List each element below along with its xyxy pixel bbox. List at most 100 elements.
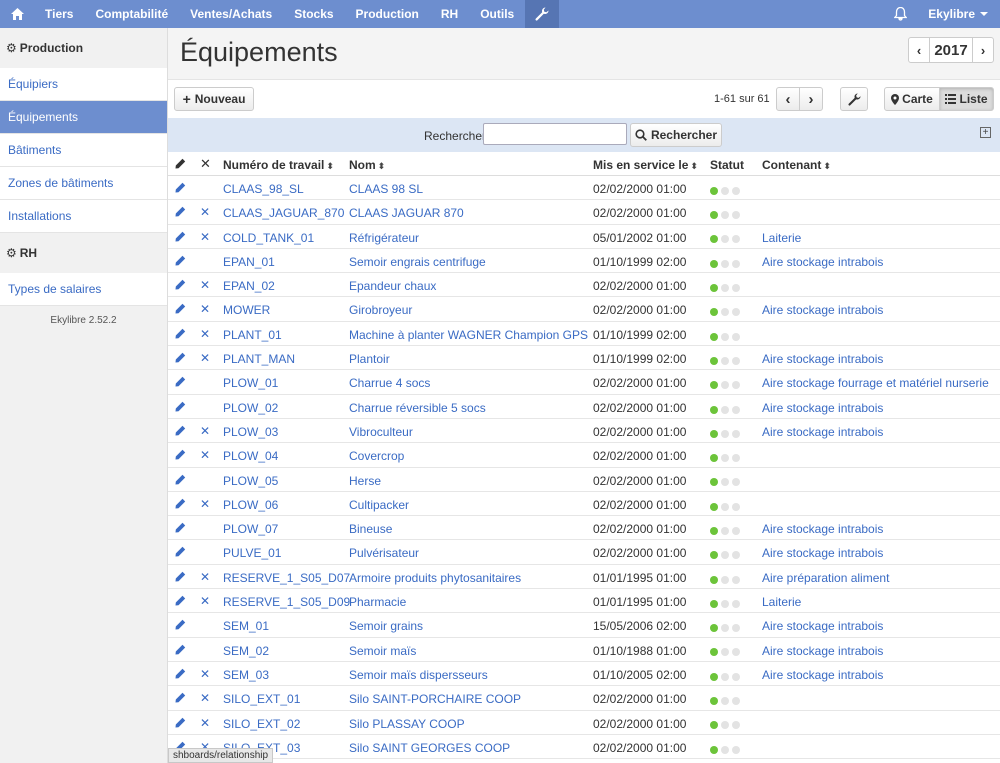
container-link[interactable]: Aire stockage intrabois xyxy=(762,255,883,269)
work-number-link[interactable]: RESERVE_1_S05_D07 xyxy=(223,571,350,585)
equipment-name-link[interactable]: CLAAS JAGUAR 870 xyxy=(349,206,464,220)
delete-button[interactable]: ✕ xyxy=(200,327,212,341)
table-row[interactable]: ✕ MOWER Girobroyeur 02/02/2000 01:00 Aire st… xyxy=(168,297,1000,322)
table-row[interactable]: SEM_02 Semoir maïs 01/10/1988 01:00 Aire st… xyxy=(168,638,1000,662)
edit-button[interactable] xyxy=(175,352,187,366)
work-number-link[interactable]: PLOW_04 xyxy=(223,449,278,463)
work-number-link[interactable]: PLOW_02 xyxy=(223,401,278,415)
edit-button[interactable] xyxy=(175,206,187,220)
nav-ventes-achats[interactable]: Ventes/Achats xyxy=(179,0,283,28)
list-view-button[interactable]: Liste xyxy=(939,87,994,111)
equipment-name-link[interactable]: Covercrop xyxy=(349,449,404,463)
work-number-link[interactable]: RESERVE_1_S05_D09 xyxy=(223,595,350,609)
column-header-date[interactable]: Mis en service le ⬍ xyxy=(593,158,698,172)
container-link[interactable]: Aire stockage fourrage et matériel nurse… xyxy=(762,376,989,390)
edit-button[interactable] xyxy=(175,425,187,439)
table-row[interactable]: ✕SILO_EXT_03Silo SAINT GEORGES COOP02/02… xyxy=(168,735,1000,760)
equipment-name-link[interactable]: Silo PLASSAY COOP xyxy=(349,717,465,731)
edit-button[interactable] xyxy=(175,692,187,706)
list-settings-button[interactable] xyxy=(840,87,868,111)
expand-search-icon[interactable]: + xyxy=(980,127,991,138)
delete-button[interactable]: ✕ xyxy=(200,594,212,608)
edit-button[interactable] xyxy=(175,668,187,682)
container-link[interactable]: Aire stockage intrabois xyxy=(762,401,883,415)
nav-comptabilite[interactable]: Comptabilité xyxy=(84,0,179,28)
table-row[interactable]: ✕ SILO_EXT_02 Silo PLASSAY COOP 02/02/2000 … xyxy=(168,711,1000,735)
table-row[interactable]: ✕ SEM_03 Semoir maïs dispersseurs 01/10/200… xyxy=(168,662,1000,687)
equipment-name-link[interactable]: Silo SAINT-PORCHAIRE COOP xyxy=(349,692,521,706)
delete-button[interactable]: ✕ xyxy=(200,302,212,316)
edit-button[interactable] xyxy=(175,571,187,585)
delete-button[interactable]: ✕ xyxy=(200,205,212,219)
delete-button[interactable]: ✕ xyxy=(200,667,212,681)
map-view-button[interactable]: Carte xyxy=(884,87,940,111)
column-header-code[interactable]: Numéro de travail ⬍ xyxy=(223,158,334,172)
current-year[interactable]: 2017 xyxy=(929,38,973,62)
table-row[interactable]: PLOW_07 Bineuse 02/02/2000 01:00 Aire stock… xyxy=(168,516,1000,541)
delete-button[interactable]: ✕ xyxy=(200,230,212,244)
equipment-name-link[interactable]: Cultipacker xyxy=(349,498,409,512)
edit-button[interactable] xyxy=(175,231,187,245)
equipment-name-link[interactable]: Herse xyxy=(349,474,381,488)
equipment-name-link[interactable]: Armoire produits phytosanitaires xyxy=(349,571,521,585)
equipment-name-link[interactable]: Vibroculteur xyxy=(349,425,413,439)
work-number-link[interactable]: SILO_EXT_01 xyxy=(223,692,300,706)
work-number-link[interactable]: PLANT_MAN xyxy=(223,352,295,366)
table-row[interactable]: EPAN_01 Semoir engrais centrifuge 01/10/19… xyxy=(168,249,1000,274)
table-row[interactable]: PLOW_05 Herse 02/02/2000 01:00 xyxy=(168,468,1000,492)
previous-page-button[interactable]: ‹ xyxy=(776,87,800,111)
equipment-name-link[interactable]: Machine à planter WAGNER Champion GPS xyxy=(349,328,588,342)
work-number-link[interactable]: CLAAS_JAGUAR_870 xyxy=(223,206,344,220)
delete-button[interactable]: ✕ xyxy=(200,716,212,730)
sidebar-item-installations[interactable]: Installations xyxy=(0,200,167,233)
container-link[interactable]: Laiterie xyxy=(762,595,801,609)
edit-button[interactable] xyxy=(175,328,187,342)
work-number-link[interactable]: SILO_EXT_02 xyxy=(223,717,300,731)
edit-button[interactable] xyxy=(175,522,187,536)
edit-button[interactable] xyxy=(175,279,187,293)
user-menu[interactable]: Ekylibre xyxy=(920,0,1000,28)
table-row[interactable]: ✕ PLOW_03 Vibroculteur 02/02/2000 01:00 Aire… xyxy=(168,419,1000,444)
sidebar-item-zones-batiments[interactable]: Zones de bâtiments xyxy=(0,167,167,200)
equipment-name-link[interactable]: Semoir grains xyxy=(349,619,423,633)
table-row[interactable]: ✕ CLAAS_JAGUAR_870 CLAAS JAGUAR 870 02/02/2… xyxy=(168,200,1000,225)
table-row[interactable]: ✕ RESERVE_1_S05_D07 Armoire produits phyto… xyxy=(168,565,1000,590)
edit-button[interactable] xyxy=(175,182,187,196)
work-number-link[interactable]: EPAN_01 xyxy=(223,255,275,269)
container-link[interactable]: Aire stockage intrabois xyxy=(762,619,883,633)
delete-button[interactable]: ✕ xyxy=(200,691,212,705)
table-row[interactable]: PLOW_01 Charrue 4 socs 02/02/2000 01:00 Air… xyxy=(168,370,1000,395)
edit-button[interactable] xyxy=(175,546,187,560)
work-number-link[interactable]: SEM_01 xyxy=(223,619,269,633)
table-row[interactable]: PULVE_01 Pulvérisateur 02/02/2000 01:00 Air… xyxy=(168,540,1000,565)
table-row[interactable]: CLAAS_98_SL CLAAS 98 SL 02/02/2000 01:00 xyxy=(168,176,1000,201)
table-row[interactable]: ✕ SILO_EXT_01 Silo SAINT-PORCHAIRE COOP 02/… xyxy=(168,686,1000,711)
table-row[interactable]: SEM_01 Semoir grains 15/05/2006 02:00 Aire … xyxy=(168,613,1000,638)
next-page-button[interactable]: › xyxy=(799,87,823,111)
equipment-name-link[interactable]: Charrue 4 socs xyxy=(349,376,430,390)
work-number-link[interactable]: PLOW_01 xyxy=(223,376,278,390)
column-header-container[interactable]: Contenant ⬍ xyxy=(762,158,831,172)
container-link[interactable]: Aire stockage intrabois xyxy=(762,352,883,366)
equipment-name-link[interactable]: Semoir maïs dispersseurs xyxy=(349,668,488,682)
equipment-name-link[interactable]: Pulvérisateur xyxy=(349,546,419,560)
table-row[interactable]: ✕ PLOW_06 Cultipacker 02/02/2000 01:00 xyxy=(168,492,1000,517)
work-number-link[interactable]: CLAAS_98_SL xyxy=(223,182,304,196)
search-button[interactable]: Rechercher xyxy=(630,123,722,147)
table-row[interactable]: PLOW_02 Charrue réversible 5 socs 02/02/20… xyxy=(168,395,1000,419)
equipment-name-link[interactable]: Epandeur chaux xyxy=(349,279,436,293)
container-link[interactable]: Aire stockage intrabois xyxy=(762,668,883,682)
next-year-button[interactable]: › xyxy=(973,38,993,62)
edit-button[interactable] xyxy=(175,644,187,658)
equipment-name-link[interactable]: Charrue réversible 5 socs xyxy=(349,401,486,415)
settings-nav-button[interactable] xyxy=(525,0,560,28)
work-number-link[interactable]: PLOW_03 xyxy=(223,425,278,439)
equipment-name-link[interactable]: Semoir maïs xyxy=(349,644,416,658)
sidebar-item-equipements[interactable]: Équipements xyxy=(0,101,167,134)
equipment-name-link[interactable]: Semoir engrais centrifuge xyxy=(349,255,486,269)
container-link[interactable]: Aire stockage intrabois xyxy=(762,522,883,536)
previous-year-button[interactable]: ‹ xyxy=(909,38,929,62)
container-link[interactable]: Aire stockage intrabois xyxy=(762,546,883,560)
work-number-link[interactable]: PULVE_01 xyxy=(223,546,281,560)
edit-button[interactable] xyxy=(175,303,187,317)
